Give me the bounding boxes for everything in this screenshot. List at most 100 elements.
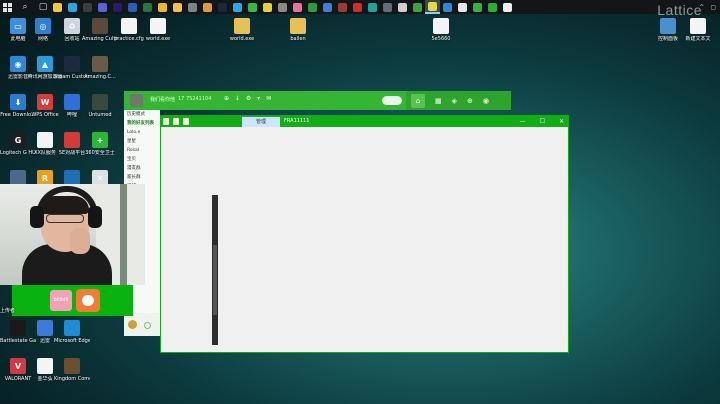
- contact-item[interactable]: 历史模式: [124, 110, 160, 119]
- taskbar-app-23[interactable]: [395, 0, 410, 14]
- desktop-icon-graphic: +: [92, 132, 108, 148]
- taskbar-app-5[interactable]: [125, 0, 140, 14]
- taskbar-app-11[interactable]: [215, 0, 230, 14]
- desktop-icon-6[interactable]: world.exe: [224, 18, 260, 42]
- headset-ear-left: [30, 206, 44, 228]
- task-view-icon[interactable]: ▢: [36, 0, 50, 14]
- taskbar-app-6[interactable]: [140, 0, 155, 14]
- green-app-icon: [413, 2, 422, 12]
- desktop-icon-5[interactable]: world.exe: [140, 18, 176, 42]
- taskbar-app-0[interactable]: [50, 0, 65, 14]
- menu-icon[interactable]: [128, 320, 137, 329]
- taskbar-app-12[interactable]: [230, 0, 245, 14]
- taskbar-app-13[interactable]: [245, 0, 260, 14]
- desktop-icon-graphic: [150, 18, 166, 34]
- taskbar-app-30[interactable]: [500, 0, 515, 14]
- close-button[interactable]: ✕: [559, 118, 564, 125]
- title-icons: [163, 118, 189, 125]
- taskbar-app-18[interactable]: [320, 0, 335, 14]
- bilibili-icon: [293, 2, 302, 12]
- maximize-button[interactable]: ☐: [540, 118, 545, 125]
- game2-icon: [473, 2, 482, 12]
- start-button[interactable]: [0, 0, 14, 14]
- folder-icon: [173, 2, 182, 12]
- desktop-icon-18[interactable]: Untumed: [82, 94, 118, 118]
- scrollbar-thumb[interactable]: [213, 245, 217, 315]
- store-icon: [98, 2, 107, 12]
- desktop-icon-14[interactable]: Amazing.C...: [82, 56, 118, 80]
- uploader-label: 上传者: [0, 308, 16, 314]
- desktop-icon-graphic: [690, 18, 706, 34]
- contact-item[interactable]: Lolo.e: [124, 128, 160, 137]
- taskbar-app-17[interactable]: [305, 0, 320, 14]
- taskbar-app-27[interactable]: [455, 0, 470, 14]
- desktop-icon-graphic: [92, 94, 108, 110]
- desktop-icon-label: 5e5660: [431, 36, 451, 42]
- taskbar-app-8[interactable]: [170, 0, 185, 14]
- qq-chat-icon: [428, 1, 437, 11]
- desktop-icon-graphic: [10, 320, 26, 336]
- desktop-icon-29[interactable]: Microsoft Edge: [54, 320, 90, 344]
- doc-icon: [458, 2, 467, 12]
- taskbar-app-22[interactable]: [380, 0, 395, 14]
- terminal-icon: [83, 2, 92, 12]
- taskbar-app-1[interactable]: [65, 0, 80, 14]
- taskbar-app-7[interactable]: [155, 0, 170, 14]
- desktop-icon-7[interactable]: ballen: [280, 18, 316, 42]
- desktop-icon-graphic: [64, 132, 80, 148]
- qq-icon: [233, 2, 242, 12]
- taskbar-app-25[interactable]: [425, 0, 440, 14]
- tab-manage[interactable]: 管理: [242, 117, 280, 127]
- taskbar-app-2[interactable]: [80, 0, 95, 14]
- taskbar-app-29[interactable]: [485, 0, 500, 14]
- taskbar-app-15[interactable]: [275, 0, 290, 14]
- games-icon[interactable]: ▦: [435, 97, 442, 105]
- avatar[interactable]: [130, 94, 143, 107]
- taskbar-app-10[interactable]: [200, 0, 215, 14]
- title-icon-2[interactable]: [173, 118, 179, 125]
- add-icon[interactable]: [144, 322, 151, 329]
- desktop-icon-32[interactable]: Kingdom Come Del...: [54, 358, 90, 382]
- taskbar-app-16[interactable]: [290, 0, 305, 14]
- windows-icon: [2, 2, 12, 12]
- taskbar-app-4[interactable]: [110, 0, 125, 14]
- taskbar-app-20[interactable]: [350, 0, 365, 14]
- taskbar-app-9[interactable]: [185, 0, 200, 14]
- taskbar-app-28[interactable]: [470, 0, 485, 14]
- desktop-icon-graphic: [64, 358, 80, 374]
- minimize-button[interactable]: —: [520, 118, 526, 125]
- desktop-icon-22[interactable]: +360安全卫士: [82, 132, 118, 156]
- contact-item[interactable]: 星星: [124, 137, 160, 146]
- desktop-icon-graphic: [37, 358, 53, 374]
- home-icon[interactable]: ⌂: [411, 93, 425, 108]
- contact-item[interactable]: 家长群: [124, 173, 160, 182]
- qq-main-header[interactable]: 我们看你他 17 75241104 ⊕ ↓ ⚙ ▾ ✉ ⌂ ▦ ◈ ⊕ ◉: [124, 91, 511, 110]
- qq-toolbar[interactable]: ⊕ ↓ ⚙ ▾ ✉: [224, 95, 273, 102]
- scrollbar[interactable]: [212, 195, 218, 345]
- taskbar-app-19[interactable]: [335, 0, 350, 14]
- taskbar-app-14[interactable]: [260, 0, 275, 14]
- taskbar-app-3[interactable]: [95, 0, 110, 14]
- webcam-background-strip: [120, 184, 127, 285]
- title-icon-1[interactable]: [163, 118, 169, 125]
- taskbar-app-26[interactable]: [440, 0, 455, 14]
- profile-icon[interactable]: ◉: [483, 97, 489, 105]
- taskbar-app-24[interactable]: [410, 0, 425, 14]
- gamepad-icon[interactable]: ⊕: [467, 97, 473, 105]
- title-icon-3[interactable]: [183, 118, 189, 125]
- premiere-icon: [113, 2, 122, 12]
- sponsor-banner: bilibili: [12, 285, 133, 316]
- contact-item[interactable]: 宝贝: [124, 155, 160, 164]
- contact-item[interactable]: Rosal: [124, 146, 160, 155]
- notification-icon[interactable]: ▢: [710, 4, 716, 11]
- desktop-icon-graphic: [64, 320, 80, 336]
- search-icon[interactable]: ⌕: [14, 0, 36, 14]
- controller-icon[interactable]: ◈: [452, 97, 457, 105]
- taskbar-app-21[interactable]: [365, 0, 380, 14]
- desktop-icon-8[interactable]: 5e5660: [423, 18, 459, 42]
- contact-item[interactable]: 漫友群: [124, 164, 160, 173]
- chat-title-bar[interactable]: 管理 FRA11111 — ☐ ✕: [161, 116, 568, 127]
- mode-toggle[interactable]: [382, 96, 402, 105]
- contact-item[interactable]: 我的好友列表: [124, 119, 160, 128]
- desktop-icon-10[interactable]: 新建文本文: [680, 18, 716, 42]
